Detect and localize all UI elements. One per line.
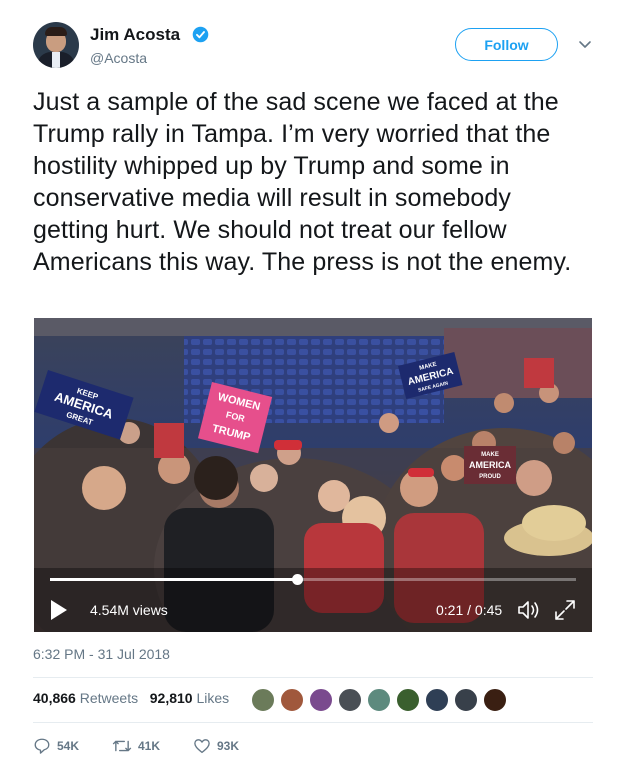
author-handle[interactable]: @Acosta: [90, 50, 147, 66]
liker-avatar[interactable]: [483, 688, 507, 712]
author-name[interactable]: Jim Acosta: [90, 25, 180, 45]
video-player[interactable]: KEEP AMERICA GREAT WOMEN FOR TRUMP MAKE …: [34, 318, 592, 632]
retweet-icon: [112, 740, 132, 752]
play-icon[interactable]: [50, 599, 68, 621]
tweet-card: Jim Acosta @Acosta Follow Just a sample …: [0, 0, 623, 770]
fullscreen-icon[interactable]: [554, 599, 576, 621]
retweet-action[interactable]: 41K: [112, 737, 160, 755]
liker-avatar[interactable]: [396, 688, 420, 712]
retweets-count: 40,866: [33, 690, 76, 706]
video-progress-bar[interactable]: [50, 574, 576, 585]
liker-avatar[interactable]: [367, 688, 391, 712]
divider: [33, 722, 593, 723]
volume-icon[interactable]: [517, 599, 541, 621]
video-progress-fill: [50, 578, 298, 581]
liker-avatar[interactable]: [338, 688, 362, 712]
retweet-count: 41K: [138, 739, 161, 753]
video-frame: KEEP AMERICA GREAT WOMEN FOR TRUMP MAKE …: [34, 318, 592, 632]
chevron-down-icon[interactable]: [577, 36, 593, 52]
liker-avatar[interactable]: [425, 688, 449, 712]
sign-text: MAKE: [481, 452, 499, 458]
reply-icon: [34, 738, 50, 754]
view-count: 4.54M views: [90, 602, 168, 618]
author-avatar[interactable]: [33, 22, 79, 68]
likes-label: Likes: [196, 690, 230, 706]
sign-text: PROUD: [479, 474, 501, 480]
retweets-label: Retweets: [79, 690, 139, 706]
tweet-timestamp[interactable]: 6:32 PM - 31 Jul 2018: [33, 646, 170, 662]
sign-text: AMERICA: [469, 460, 511, 470]
likes-count: 92,810: [149, 690, 193, 706]
verified-badge-icon: [192, 26, 209, 43]
likes-stat[interactable]: 92,810 Likes: [150, 690, 229, 706]
liker-avatar[interactable]: [309, 688, 333, 712]
engagement-stats: 40,866 Retweets 92,810 Likes: [33, 690, 229, 706]
retweets-stat[interactable]: 40,866 Retweets: [33, 690, 138, 706]
video-time: 0:21 / 0:45: [436, 602, 503, 618]
follow-button[interactable]: Follow: [455, 28, 558, 61]
liker-avatar[interactable]: [280, 688, 304, 712]
like-count: 93K: [217, 739, 240, 753]
heart-icon: [194, 739, 210, 754]
tweet-text: Just a sample of the sad scene we faced …: [33, 88, 572, 276]
like-action[interactable]: 93K: [193, 737, 239, 755]
reply-count: 54K: [57, 739, 80, 753]
liker-avatar[interactable]: [251, 688, 275, 712]
reply-action[interactable]: 54K: [33, 737, 79, 755]
liker-avatar[interactable]: [454, 688, 478, 712]
divider: [33, 677, 593, 678]
